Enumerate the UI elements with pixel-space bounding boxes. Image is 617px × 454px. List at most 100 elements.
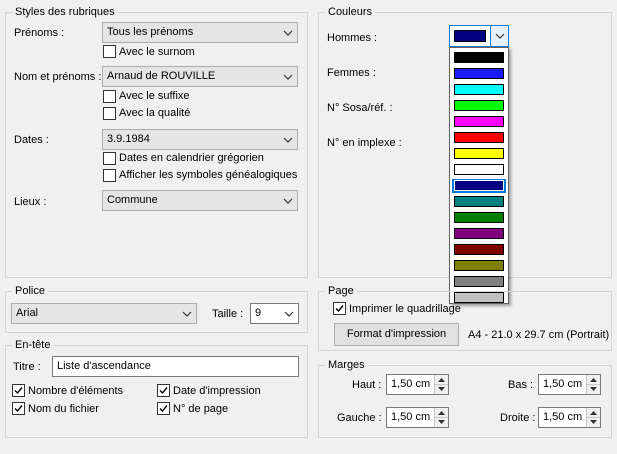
num-page-checkbox[interactable]: [157, 402, 170, 415]
color-swatch: [454, 116, 504, 127]
color-option-red[interactable]: [452, 131, 506, 145]
chevron-down-icon: [279, 191, 297, 210]
titre-input[interactable]: Liste d'ascendance: [52, 356, 299, 377]
dates-gregorien-checkbox[interactable]: [103, 152, 116, 165]
color-option-green[interactable]: [452, 99, 506, 113]
color-swatch: [454, 244, 504, 255]
prenoms-label: Prénoms :: [14, 27, 65, 39]
decrement-button[interactable]: [587, 384, 600, 393]
color-option-blue[interactable]: [452, 67, 506, 81]
nombre-checkbox[interactable]: [12, 384, 25, 397]
dates-label: Dates :: [14, 134, 49, 146]
color-swatch: [454, 84, 504, 95]
color-swatch: [454, 228, 504, 239]
font-select[interactable]: Arial: [11, 303, 197, 324]
nombre-label: Nombre d'éléments: [28, 385, 124, 397]
lieux-label: Lieux :: [14, 196, 47, 208]
chevron-down-icon: [279, 67, 297, 86]
chevron-down-icon: [178, 304, 196, 323]
hommes-color-swatch: [454, 30, 486, 42]
color-option-black[interactable]: [452, 51, 506, 65]
lieux-select[interactable]: Commune: [102, 190, 298, 211]
couleurs-legend: Couleurs: [325, 5, 376, 19]
sosa-label: N° Sosa/réf. :: [327, 102, 393, 114]
decrement-button[interactable]: [435, 417, 448, 426]
triangle-up-icon: [438, 410, 445, 415]
color-option-purple[interactable]: [452, 227, 506, 241]
quadrillage-checkbox[interactable]: [333, 302, 346, 315]
chevron-down-icon: [280, 304, 298, 323]
num-page-label: N° de page: [173, 403, 229, 415]
date-impression-label: Date d'impression: [173, 385, 261, 397]
checkmark-icon: [14, 405, 23, 413]
entete-legend: En-tête: [12, 338, 54, 352]
bas-value: 1,50 cm: [543, 378, 583, 390]
color-option-cyan[interactable]: [452, 83, 506, 97]
droite-value: 1,50 cm: [543, 411, 583, 423]
prenoms-select-value: Tous les prénoms: [107, 26, 194, 38]
color-option-gray[interactable]: [452, 275, 506, 289]
chevron-down-icon: [495, 33, 504, 39]
color-swatch: [454, 260, 504, 271]
checkmark-icon: [159, 387, 168, 395]
dates-select[interactable]: 3.9.1984: [102, 129, 298, 150]
chevron-down-icon: [279, 130, 297, 149]
increment-button[interactable]: [587, 408, 600, 417]
color-swatch: [454, 276, 504, 287]
increment-button[interactable]: [435, 375, 448, 384]
haut-label: Haut :: [352, 379, 382, 391]
increment-button[interactable]: [587, 375, 600, 384]
gauche-stepper[interactable]: 1,50 cm: [386, 407, 449, 428]
decrement-button[interactable]: [587, 417, 600, 426]
prenoms-select[interactable]: Tous les prénoms: [102, 22, 298, 43]
quadrillage-label: Imprimer le quadrillage: [349, 303, 461, 315]
color-option-olive[interactable]: [452, 259, 506, 273]
color-option-yellow[interactable]: [452, 147, 506, 161]
increment-button[interactable]: [435, 408, 448, 417]
bas-label: Bas :: [508, 379, 534, 391]
marges-legend: Marges: [325, 358, 368, 372]
color-option-teal[interactable]: [452, 195, 506, 209]
haut-value: 1,50 cm: [391, 378, 431, 390]
color-option-magenta[interactable]: [452, 115, 506, 129]
gauche-value: 1,50 cm: [391, 411, 431, 423]
decrement-button[interactable]: [435, 384, 448, 393]
color-swatch: [454, 164, 504, 175]
color-option-navy[interactable]: [452, 179, 506, 193]
avec-qualite-label: Avec la qualité: [119, 107, 191, 119]
color-option-white[interactable]: [452, 163, 506, 177]
format-impression-button[interactable]: Format d'impression: [334, 323, 459, 346]
triangle-down-icon: [590, 387, 597, 391]
triangle-down-icon: [590, 420, 597, 424]
color-swatch: [454, 52, 504, 63]
avec-surnom-checkbox[interactable]: [103, 45, 116, 58]
lieux-select-value: Commune: [107, 194, 158, 206]
nom-fichier-checkbox[interactable]: [12, 402, 25, 415]
droite-stepper[interactable]: 1,50 cm: [538, 407, 601, 428]
avec-suffixe-label: Avec le suffixe: [119, 90, 190, 102]
hommes-color-dropdown-button[interactable]: [490, 26, 508, 46]
triangle-up-icon: [438, 377, 445, 382]
color-option-maroon[interactable]: [452, 243, 506, 257]
page-legend: Page: [325, 284, 357, 298]
triangle-down-icon: [438, 420, 445, 424]
color-swatch: [454, 132, 504, 143]
hommes-color-select[interactable]: [449, 25, 509, 47]
nom-fichier-label: Nom du fichier: [28, 403, 99, 415]
taille-select[interactable]: 9: [250, 303, 299, 324]
color-option-dark-green[interactable]: [452, 211, 506, 225]
haut-stepper[interactable]: 1,50 cm: [386, 374, 449, 395]
format-info: A4 - 21.0 x 29.7 cm (Portrait): [468, 329, 610, 341]
dates-gregorien-label: Dates en calendrier grégorien: [119, 152, 264, 164]
checkmark-icon: [335, 305, 344, 313]
police-legend: Police: [12, 284, 48, 298]
triangle-up-icon: [590, 410, 597, 415]
taille-select-value: 9: [255, 307, 262, 319]
symboles-checkbox[interactable]: [103, 169, 116, 182]
date-impression-checkbox[interactable]: [157, 384, 170, 397]
bas-stepper[interactable]: 1,50 cm: [538, 374, 601, 395]
avec-suffixe-checkbox[interactable]: [103, 90, 116, 103]
avec-qualite-checkbox[interactable]: [103, 107, 116, 120]
nom-prenoms-select[interactable]: Arnaud de ROUVILLE: [102, 66, 298, 87]
color-swatch: [454, 180, 504, 191]
